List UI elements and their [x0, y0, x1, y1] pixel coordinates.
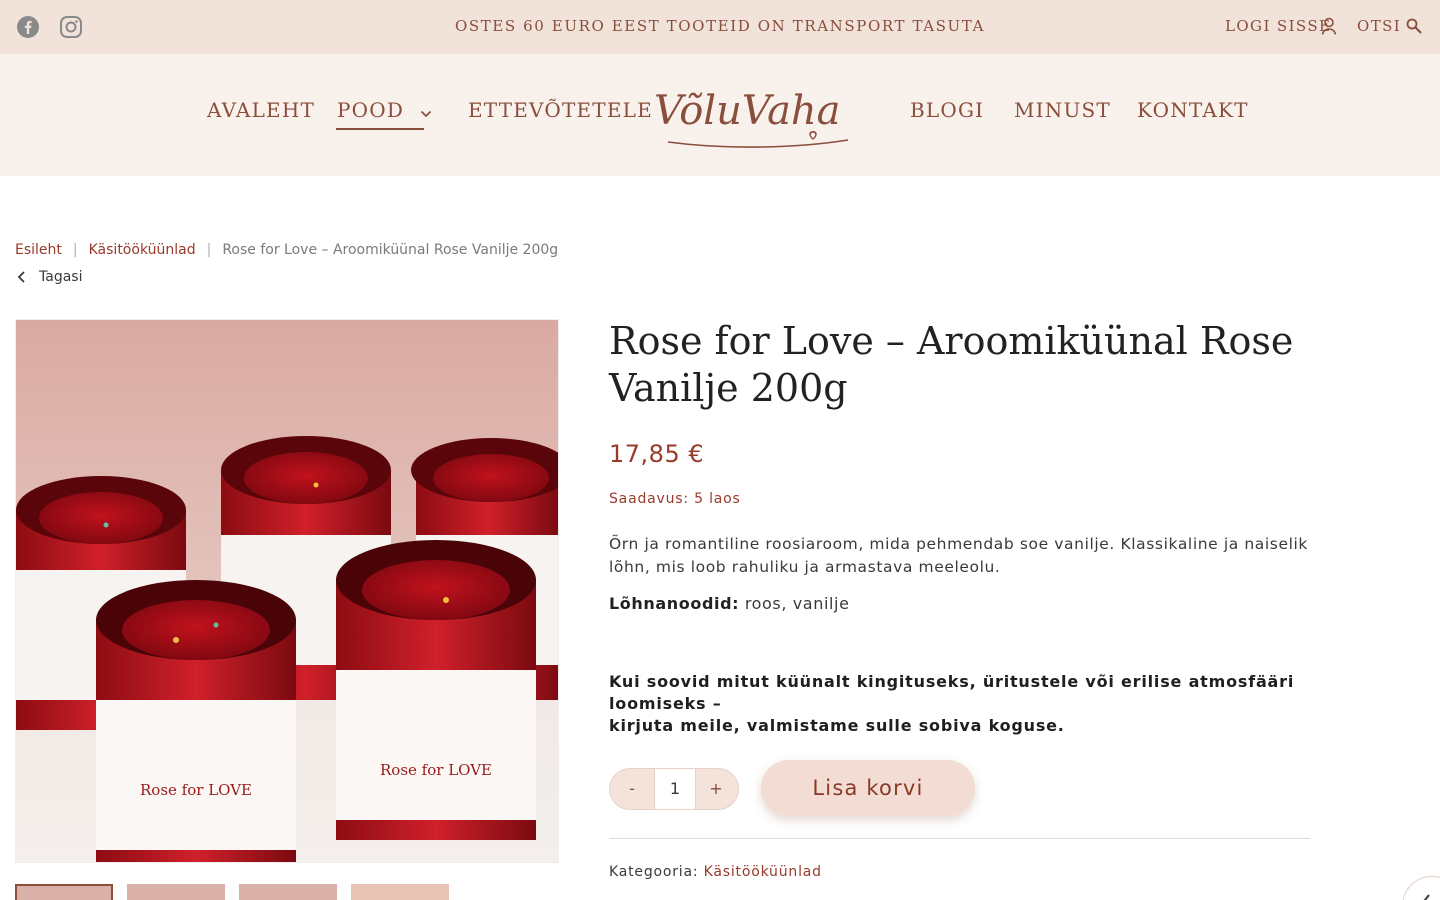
product-title: Rose for Love – Aroomiküünal Rose Vanilj…: [609, 319, 1294, 410]
scent-notes-value: roos, vanilje: [744, 594, 850, 613]
product-main-image[interactable]: Rose for LOVE Rose for LOVE: [15, 319, 559, 863]
nav-item-minust[interactable]: MINUST: [1014, 98, 1111, 122]
user-icon[interactable]: [1321, 17, 1337, 39]
bulk-order-line-1: Kui soovid mitut küünalt kingituseks, ür…: [609, 672, 1295, 713]
product-price: 17,85 €: [609, 440, 705, 468]
site-logo[interactable]: VõluVaha: [648, 80, 870, 152]
product-thumbnail[interactable]: [351, 884, 449, 900]
product-description: Õrn ja romantiline roosiaroom, mida pehm…: [609, 535, 1308, 576]
product-thumbnail[interactable]: [127, 884, 225, 900]
shipping-promo: OSTES 60 EURO EEST TOOTEID ON TRANSPORT …: [454, 17, 986, 35]
search-icon[interactable]: [1406, 18, 1422, 38]
nav-item-blogi[interactable]: BLOGI: [910, 98, 984, 122]
nav-item-pood[interactable]: POOD: [337, 98, 432, 124]
back-label: Tagasi: [39, 269, 83, 285]
category-label: Kategooria:: [609, 864, 699, 880]
quantity-decrease-button[interactable]: -: [610, 769, 654, 809]
scent-notes-label: Lõhnanoodid:: [609, 594, 740, 613]
candle-label: Rose for LOVE: [380, 761, 492, 779]
login-link[interactable]: LOGI SISSE: [1225, 17, 1331, 35]
nav-active-underline: [336, 128, 424, 130]
logo-text: VõluVaha: [654, 88, 841, 134]
nav-item-kontakt[interactable]: KONTAKT: [1137, 98, 1249, 122]
breadcrumb-current: Rose for Love – Aroomiküünal Rose Vanilj…: [222, 242, 559, 258]
top-bar: OSTES 60 EURO EEST TOOTEID ON TRANSPORT …: [0, 0, 1440, 54]
nav-item-avaleht[interactable]: AVALEHT: [207, 98, 315, 122]
candle-label: Rose for LOVE: [140, 781, 252, 799]
breadcrumb-separator: |: [206, 242, 212, 258]
divider: [609, 838, 1310, 839]
product-category: Kategooria: Käsitööküünlad: [609, 864, 822, 880]
nav-item-pood-label: POOD: [337, 98, 405, 122]
chevron-down-icon: [420, 100, 432, 124]
breadcrumb-home[interactable]: Esileht: [15, 242, 62, 258]
category-link[interactable]: Käsitööküünlad: [704, 864, 822, 880]
quantity-input[interactable]: 1: [654, 769, 696, 809]
stock-status: Saadavus: 5 laos: [609, 491, 741, 507]
back-link[interactable]: Tagasi: [15, 269, 82, 285]
nav-item-ettevotetele[interactable]: ETTEVÕTETELE: [468, 98, 653, 122]
breadcrumb: Esileht | Käsitööküünlad | Rose for Love – A…: [15, 242, 558, 258]
breadcrumb-category[interactable]: Käsitööküünlad: [89, 242, 196, 258]
product-thumbnail[interactable]: [239, 884, 337, 900]
bulk-order-note: Kui soovid mitut küünalt kingituseks, ür…: [609, 671, 1319, 737]
product-thumbnail[interactable]: [15, 884, 113, 900]
add-to-cart-button[interactable]: Lisa korvi: [761, 760, 975, 816]
chevron-left-icon: [15, 270, 29, 284]
search-link[interactable]: OTSI: [1357, 17, 1401, 35]
quantity-increase-button[interactable]: +: [694, 769, 738, 809]
bulk-order-line-2: kirjuta meile, valmistame sulle sobiva k…: [609, 716, 1065, 735]
breadcrumb-separator: |: [72, 242, 78, 258]
quantity-stepper: - 1 +: [609, 768, 739, 810]
floating-action-button[interactable]: [1402, 876, 1440, 900]
scent-notes: Lõhnanoodid: roos, vanilje: [609, 594, 850, 613]
